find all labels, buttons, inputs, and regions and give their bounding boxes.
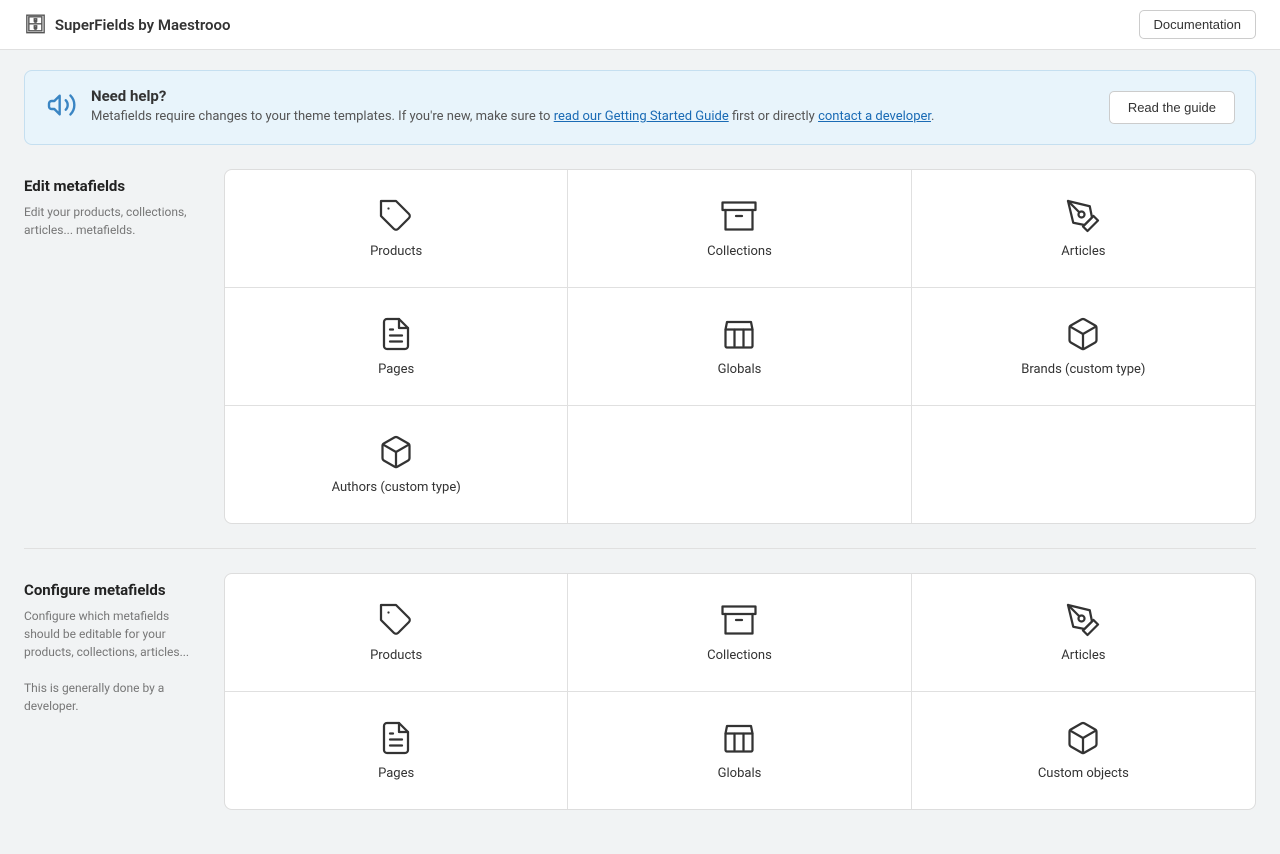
grid-item-label: Articles [1061,648,1105,663]
grid-item-label: Brands (custom type) [1021,362,1145,377]
documentation-button[interactable]: Documentation [1139,10,1256,39]
edit-grid-container: Products Collections Articles Pages Glob… [224,169,1256,524]
help-text-block: Need help? Metafields require changes to… [91,87,934,124]
grid-item-globals[interactable]: Globals [568,288,911,406]
help-banner: Need help? Metafields require changes to… [24,70,1256,145]
grid-item-collections[interactable]: Collections [568,574,911,692]
edit-section-desc: Edit your products, collections, article… [24,203,204,239]
app-title-group: 🗄 SuperFields by Maestrooo [24,14,230,35]
read-guide-button[interactable]: Read the guide [1109,91,1235,124]
grid-item-label: Custom objects [1038,766,1129,781]
grid-item-label: Collections [707,244,772,259]
grid-item-collections[interactable]: Collections [568,170,911,288]
grid-item-label: Authors (custom type) [332,480,461,495]
grid-item-products[interactable]: Products [225,574,568,692]
configure-metafields-section: Configure metafields Configure which met… [24,573,1256,810]
grid-item-articles[interactable]: Articles [912,170,1255,288]
grid-item-articles[interactable]: Articles [912,574,1255,692]
grid-item-empty [912,406,1255,523]
app-title: SuperFields by Maestrooo [55,16,231,34]
grid-item-brands--custom-type-[interactable]: Brands (custom type) [912,288,1255,406]
grid-item-products[interactable]: Products [225,170,568,288]
grid-item-label: Globals [718,766,762,781]
configure-section-title: Configure metafields [24,581,204,599]
grid-item-label: Products [370,648,422,663]
grid-item-authors--custom-type-[interactable]: Authors (custom type) [225,406,568,523]
edit-section-label: Edit metafields Edit your products, coll… [24,169,224,524]
grid-item-globals[interactable]: Globals [568,692,911,809]
help-desc-text1: Metafields require changes to your theme… [91,109,554,124]
help-banner-left: Need help? Metafields require changes to… [45,87,934,128]
grid-item-label: Pages [378,362,414,377]
megaphone-icon [45,89,77,128]
grid-item-pages[interactable]: Pages [225,288,568,406]
getting-started-link[interactable]: read our Getting Started Guide [554,109,729,124]
edit-section-title: Edit metafields [24,177,204,195]
grid-item-pages[interactable]: Pages [225,692,568,809]
grid-item-label: Collections [707,648,772,663]
configure-grid-container: Products Collections Articles Pages Glob… [224,573,1256,810]
help-desc: Metafields require changes to your theme… [91,109,934,124]
help-title: Need help? [91,87,934,105]
contact-developer-link[interactable]: contact a developer [818,109,931,124]
configure-grid: Products Collections Articles Pages Glob… [225,574,1255,809]
grid-item-label: Articles [1061,244,1105,259]
app-header: 🗄 SuperFields by Maestrooo Documentation [0,0,1280,50]
edit-grid: Products Collections Articles Pages Glob… [225,170,1255,523]
configure-section-label: Configure metafields Configure which met… [24,573,224,810]
grid-item-label: Products [370,244,422,259]
db-icon: 🗄 [24,14,47,35]
grid-item-label: Pages [378,766,414,781]
help-desc-text2: first or directly [729,109,818,124]
configure-section-desc: Configure which metafields should be edi… [24,607,204,715]
edit-metafields-section: Edit metafields Edit your products, coll… [24,169,1256,524]
grid-item-custom-objects[interactable]: Custom objects [912,692,1255,809]
grid-item-label: Globals [718,362,762,377]
section-divider [24,548,1256,549]
help-desc-text3: . [931,109,934,124]
grid-item-empty [568,406,911,523]
main-content: Need help? Metafields require changes to… [0,50,1280,854]
